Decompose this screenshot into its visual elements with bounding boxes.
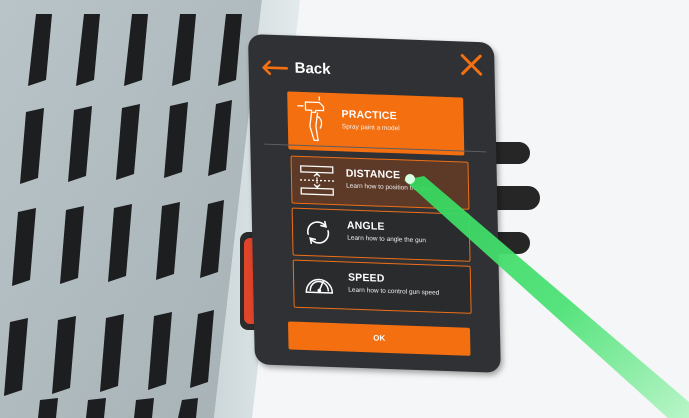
angle-option-button[interactable]: ANGLE Learn how to angle the gun [291,207,471,262]
speed-subtitle: Learn how to control gun speed [348,286,440,297]
angle-rotate-icon [299,216,338,249]
distance-subtitle: Learn how to position the gun [346,182,432,193]
practice-title: PRACTICE [341,108,397,123]
speed-title: SPEED [347,271,385,285]
close-icon [460,53,483,76]
close-button[interactable] [458,51,485,78]
angle-subtitle: Learn how to angle the gun [347,234,427,245]
ok-button[interactable]: OK [287,321,471,356]
spray-gun-icon [295,96,336,147]
speedometer-icon [300,268,339,301]
distance-title: DISTANCE [345,167,401,182]
back-button[interactable]: Back [261,58,331,78]
speed-option-button[interactable]: SPEED Learn how to control gun speed [292,259,472,314]
angle-title: ANGLE [346,219,385,233]
practice-subtitle: Spray paint a model [341,123,400,133]
arrow-left-icon [261,59,289,76]
back-label: Back [294,59,331,78]
tutorial-menu-panel: Back PRACTICE Spray paint a model DISTAN… [248,34,501,373]
distance-option-button[interactable]: DISTANCE Learn how to position the gun [290,155,470,210]
distance-icon [298,164,337,197]
